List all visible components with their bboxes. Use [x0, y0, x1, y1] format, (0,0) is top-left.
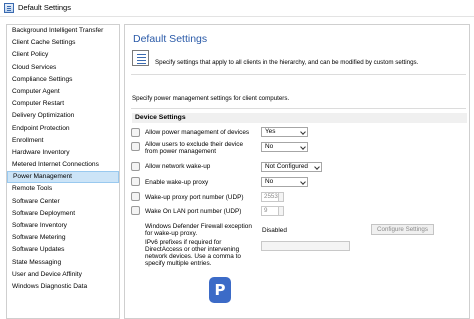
allow-exclude-select[interactable]: No — [261, 142, 308, 152]
ipv6-label-line2: DirectAccess or other intervening — [145, 246, 240, 253]
allow-wakeup-select[interactable]: Not Configured — [261, 162, 322, 172]
sidebar-item-power-management[interactable]: Power Management — [7, 171, 119, 184]
divider — [131, 74, 466, 75]
sidebar-item-windows-diagnostic-data[interactable]: Windows Diagnostic Data — [7, 281, 119, 293]
logo-letter: P — [214, 281, 226, 299]
enable-proxy-checkbox[interactable] — [131, 177, 140, 186]
settings-panel: Default Settings Specify settings that a… — [124, 24, 470, 319]
sidebar-item-remote-tools[interactable]: Remote Tools — [7, 183, 119, 195]
configure-settings-button[interactable]: Configure Settings — [371, 224, 434, 235]
allow-exclude-value: No — [265, 143, 274, 150]
proxy-port-checkbox[interactable] — [131, 192, 140, 201]
firewall-label-line1: Windows Defender Firewall exception — [145, 223, 252, 230]
chevron-down-icon — [300, 129, 306, 135]
ipv6-label-line4: specify multiple entries. — [145, 260, 212, 267]
allow-wakeup-label: Allow network wake-up — [145, 163, 211, 170]
sidebar-item-enrollment[interactable]: Enrollment — [7, 135, 119, 147]
firewall-label-line2: for wake-up proxy. — [145, 230, 198, 237]
allow-power-mgmt-value: Yes — [265, 128, 276, 135]
sidebar-item-delivery-optimization[interactable]: Delivery Optimization — [7, 110, 119, 122]
proxy-port-stepper[interactable]: 25536 — [261, 192, 284, 202]
ipv6-prefixes-input[interactable] — [261, 241, 350, 251]
enable-proxy-label: Enable wake-up proxy — [145, 179, 209, 186]
spin-arrows-icon[interactable] — [278, 192, 284, 202]
sidebar-item-compliance-settings[interactable]: Compliance Settings — [7, 74, 119, 86]
allow-power-mgmt-label: Allow power management of devices — [145, 129, 250, 136]
sidebar-item-client-cache-settings[interactable]: Client Cache Settings — [7, 37, 119, 49]
allow-exclude-checkbox[interactable] — [131, 142, 140, 151]
wol-port-value: 9 — [264, 207, 268, 214]
sidebar-item-cloud-services[interactable]: Cloud Services — [7, 62, 119, 74]
sidebar-item-software-deployment[interactable]: Software Deployment — [7, 208, 119, 220]
enable-proxy-value: No — [265, 178, 274, 185]
device-settings-header: Device Settings — [132, 113, 467, 123]
allow-exclude-label-line2: from power management — [145, 148, 217, 155]
ipv6-label-line1: IPv6 prefixes if required for — [145, 239, 222, 246]
divider — [131, 108, 466, 109]
sidebar-item-software-center[interactable]: Software Center — [7, 196, 119, 208]
page-title: Default Settings — [133, 33, 208, 45]
sidebar-item-software-inventory[interactable]: Software Inventory — [7, 220, 119, 232]
allow-exclude-label-line1: Allow users to exclude their device — [145, 141, 244, 148]
sidebar-item-background-intelligent-transfer[interactable]: Background Intelligent Transfer — [7, 25, 119, 37]
sidebar-item-metered-internet-connections[interactable]: Metered Internet Connections — [7, 159, 119, 171]
sidebar-item-computer-agent[interactable]: Computer Agent — [7, 86, 119, 98]
settings-list-icon — [132, 50, 149, 66]
sidebar-item-software-updates[interactable]: Software Updates — [7, 244, 119, 256]
section-intro: Specify power management settings for cl… — [132, 95, 290, 102]
chevron-down-icon — [300, 179, 306, 185]
chevron-down-icon — [300, 144, 306, 150]
sidebar-item-endpoint-protection[interactable]: Endpoint Protection — [7, 123, 119, 135]
allow-wakeup-checkbox[interactable] — [131, 162, 140, 171]
window-title: Default Settings — [18, 3, 71, 12]
sidebar-item-client-policy[interactable]: Client Policy — [7, 49, 119, 61]
window-titlebar: Default Settings — [0, 0, 474, 17]
allow-wakeup-value: Not Configured — [265, 163, 308, 170]
sidebar-item-computer-restart[interactable]: Computer Restart — [7, 98, 119, 110]
firewall-status: Disabled — [262, 227, 287, 234]
sidebar-item-software-metering[interactable]: Software Metering — [7, 232, 119, 244]
wol-port-label: Wake On LAN port number (UDP) — [145, 208, 242, 215]
settings-category-list[interactable]: Background Intelligent Transfer Client C… — [6, 24, 120, 319]
allow-power-mgmt-select[interactable]: Yes — [261, 127, 308, 137]
wol-port-stepper[interactable]: 9 — [261, 206, 284, 216]
sidebar-item-hardware-inventory[interactable]: Hardware Inventory — [7, 147, 119, 159]
chevron-down-icon — [314, 164, 320, 170]
spin-arrows-icon[interactable] — [278, 206, 284, 216]
brand-logo: P — [209, 277, 231, 303]
page-description: Specify settings that apply to all clien… — [155, 59, 419, 66]
sidebar-item-state-messaging[interactable]: State Messaging — [7, 257, 119, 269]
wol-port-checkbox[interactable] — [131, 206, 140, 215]
allow-power-mgmt-checkbox[interactable] — [131, 128, 140, 137]
sidebar-item-user-and-device-affinity[interactable]: User and Device Affinity — [7, 269, 119, 281]
enable-proxy-select[interactable]: No — [261, 177, 308, 187]
settings-window-icon — [4, 3, 14, 13]
ipv6-label-line3: network devices. Use a comma to — [145, 253, 241, 260]
proxy-port-label: Wake-up proxy port number (UDP) — [145, 194, 244, 201]
